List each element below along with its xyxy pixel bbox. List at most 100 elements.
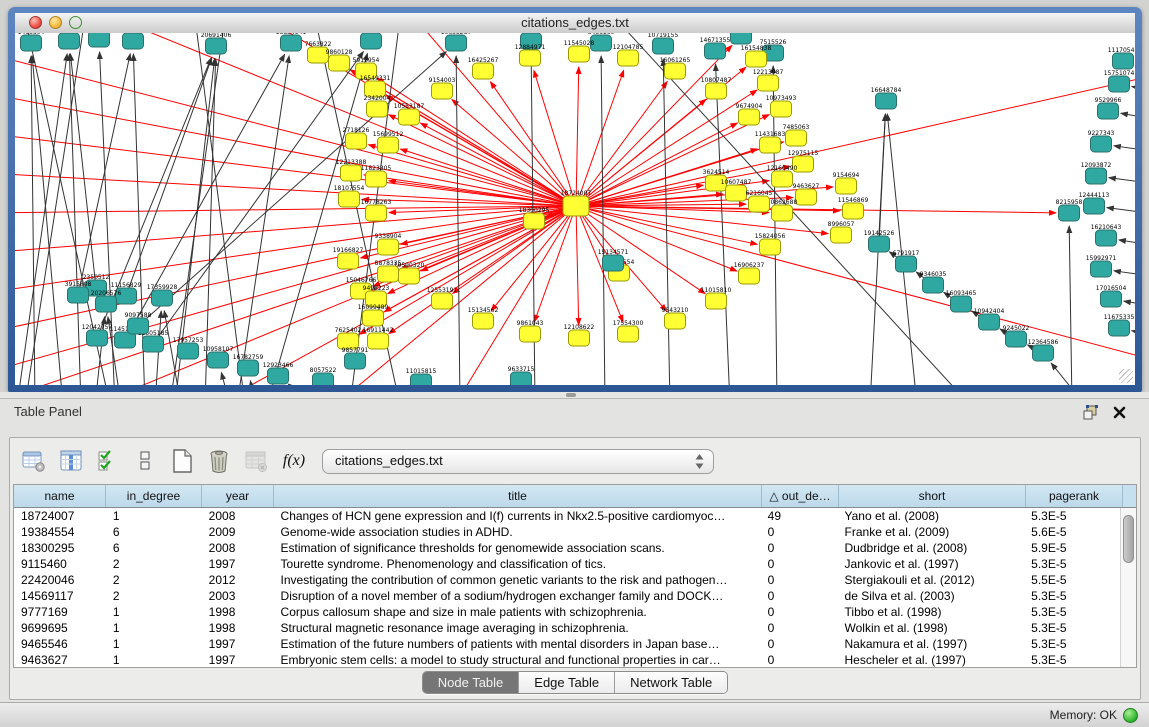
graph-node[interactable] <box>432 293 453 309</box>
graph-node[interactable] <box>760 239 781 255</box>
graph-node[interactable] <box>618 326 639 342</box>
graph-node[interactable] <box>869 236 890 252</box>
graph-node[interactable] <box>89 33 110 47</box>
graph-node[interactable] <box>143 336 164 352</box>
graph-node[interactable] <box>361 33 382 49</box>
graph-node[interactable] <box>338 253 359 269</box>
graph-node[interactable] <box>368 333 389 349</box>
graph-node[interactable] <box>706 83 727 99</box>
column-header[interactable]: name <box>14 485 106 507</box>
graph-node[interactable] <box>68 287 89 303</box>
graph-edge[interactable] <box>78 54 130 295</box>
graph-edge[interactable] <box>1107 208 1135 215</box>
graph-node[interactable] <box>1091 136 1112 152</box>
splitter-handle-icon[interactable] <box>566 393 576 397</box>
graph-edge[interactable] <box>576 206 579 325</box>
graph-node[interactable] <box>1086 168 1107 184</box>
graph-edge[interactable] <box>1119 240 1135 247</box>
select-columns-checklist-button[interactable] <box>94 447 122 475</box>
column-header[interactable]: short <box>839 485 1026 507</box>
graph-node[interactable] <box>951 296 972 312</box>
graph-edge[interactable] <box>1114 271 1135 278</box>
table-row[interactable]: 1938455462009Genome-wide association stu… <box>14 524 1121 540</box>
graph-node[interactable] <box>524 213 545 229</box>
graph-node[interactable] <box>208 352 229 368</box>
graph-node[interactable] <box>178 343 199 359</box>
graph-node[interactable] <box>87 330 108 346</box>
graph-node[interactable] <box>96 296 117 312</box>
graph-node[interactable] <box>706 293 727 309</box>
graph-node[interactable] <box>979 314 1000 330</box>
graph-node[interactable] <box>760 137 781 153</box>
show-column-button[interactable] <box>57 447 85 475</box>
graph-edge[interactable] <box>170 33 225 385</box>
table-row[interactable]: 977716911998Corpus callosum shape and si… <box>14 604 1121 620</box>
graph-node[interactable] <box>378 239 399 255</box>
graph-node[interactable] <box>653 38 674 54</box>
table-row[interactable]: 1456911722003Disruption of a novel membe… <box>14 588 1121 604</box>
close-panel-button[interactable] <box>1112 405 1127 420</box>
table-row[interactable]: 946362711997Embryonic stem cells: a mode… <box>14 652 1121 668</box>
graph-node[interactable] <box>923 277 944 293</box>
graph-node[interactable] <box>473 313 494 329</box>
table-row[interactable]: 1830029562008Estimation of significance … <box>14 540 1121 556</box>
graph-node[interactable] <box>1059 205 1080 221</box>
new-column-button[interactable] <box>168 447 196 475</box>
graph-edge[interactable] <box>576 81 667 206</box>
graph-node[interactable] <box>665 313 686 329</box>
graph-node[interactable] <box>432 83 453 99</box>
graph-edge[interactable] <box>576 67 579 206</box>
resize-grip-icon[interactable] <box>1119 369 1133 383</box>
graph-node[interactable] <box>731 33 752 44</box>
scrollbar-thumb[interactable] <box>1123 515 1134 563</box>
graph-node[interactable] <box>1098 103 1119 119</box>
vertical-scrollbar[interactable] <box>1120 508 1136 667</box>
graph-node[interactable] <box>772 205 793 221</box>
table-row[interactable]: 1872400712008Changes of HCN gene express… <box>14 508 1121 524</box>
graph-node[interactable] <box>152 290 173 306</box>
row-height-button[interactable] <box>131 447 159 475</box>
graph-edge[interactable] <box>663 59 670 385</box>
graph-edge[interactable] <box>576 206 1056 213</box>
graph-node[interactable] <box>1096 230 1117 246</box>
graph-node[interactable] <box>771 101 792 117</box>
graph-node[interactable] <box>268 368 289 384</box>
graph-edge[interactable] <box>1051 363 1085 385</box>
graph-node[interactable] <box>758 75 779 91</box>
graph-edge[interactable] <box>15 93 576 206</box>
graph-node[interactable] <box>836 178 857 194</box>
zoom-window-button[interactable] <box>69 16 82 29</box>
graph-edge[interactable] <box>1069 226 1072 385</box>
graph-edge[interactable] <box>576 123 737 206</box>
table-row[interactable]: 946554611997Estimation of the future num… <box>14 636 1121 652</box>
graph-edge[interactable] <box>1121 113 1135 121</box>
tab-node-table[interactable]: Node Table <box>423 672 520 693</box>
delete-column-trash-button[interactable] <box>205 447 233 475</box>
graph-node[interactable] <box>876 93 897 109</box>
graph-node[interactable] <box>796 189 817 205</box>
graph-node[interactable] <box>367 101 388 117</box>
graph-node[interactable] <box>1091 261 1112 277</box>
graph-edge[interactable] <box>1132 86 1135 93</box>
graph-node[interactable] <box>411 374 432 385</box>
graph-node[interactable] <box>341 165 362 181</box>
graph-node[interactable] <box>1109 320 1130 336</box>
graph-node[interactable] <box>123 33 144 49</box>
graph-node[interactable] <box>339 191 360 207</box>
function-builder-button[interactable]: f(x) <box>279 452 309 470</box>
graph-edge[interactable] <box>15 206 576 213</box>
graph-node[interactable] <box>563 196 589 216</box>
graph-node[interactable] <box>473 63 494 79</box>
graph-node[interactable] <box>843 203 864 219</box>
graph-node[interactable] <box>366 205 387 221</box>
graph-node[interactable] <box>739 268 760 284</box>
table-row[interactable]: 911546021997Tourette syndrome. Phenomeno… <box>14 556 1121 572</box>
graph-node[interactable] <box>746 51 767 67</box>
close-window-button[interactable] <box>29 16 42 29</box>
graph-node[interactable] <box>705 43 726 59</box>
graph-node[interactable] <box>896 256 917 272</box>
minimize-window-button[interactable] <box>49 16 62 29</box>
table-selector-dropdown[interactable]: citations_edges.txt <box>322 449 714 474</box>
graph-node[interactable] <box>345 353 366 369</box>
network-window[interactable]: citations_edges.txt 14638042405572411065… <box>8 7 1142 392</box>
